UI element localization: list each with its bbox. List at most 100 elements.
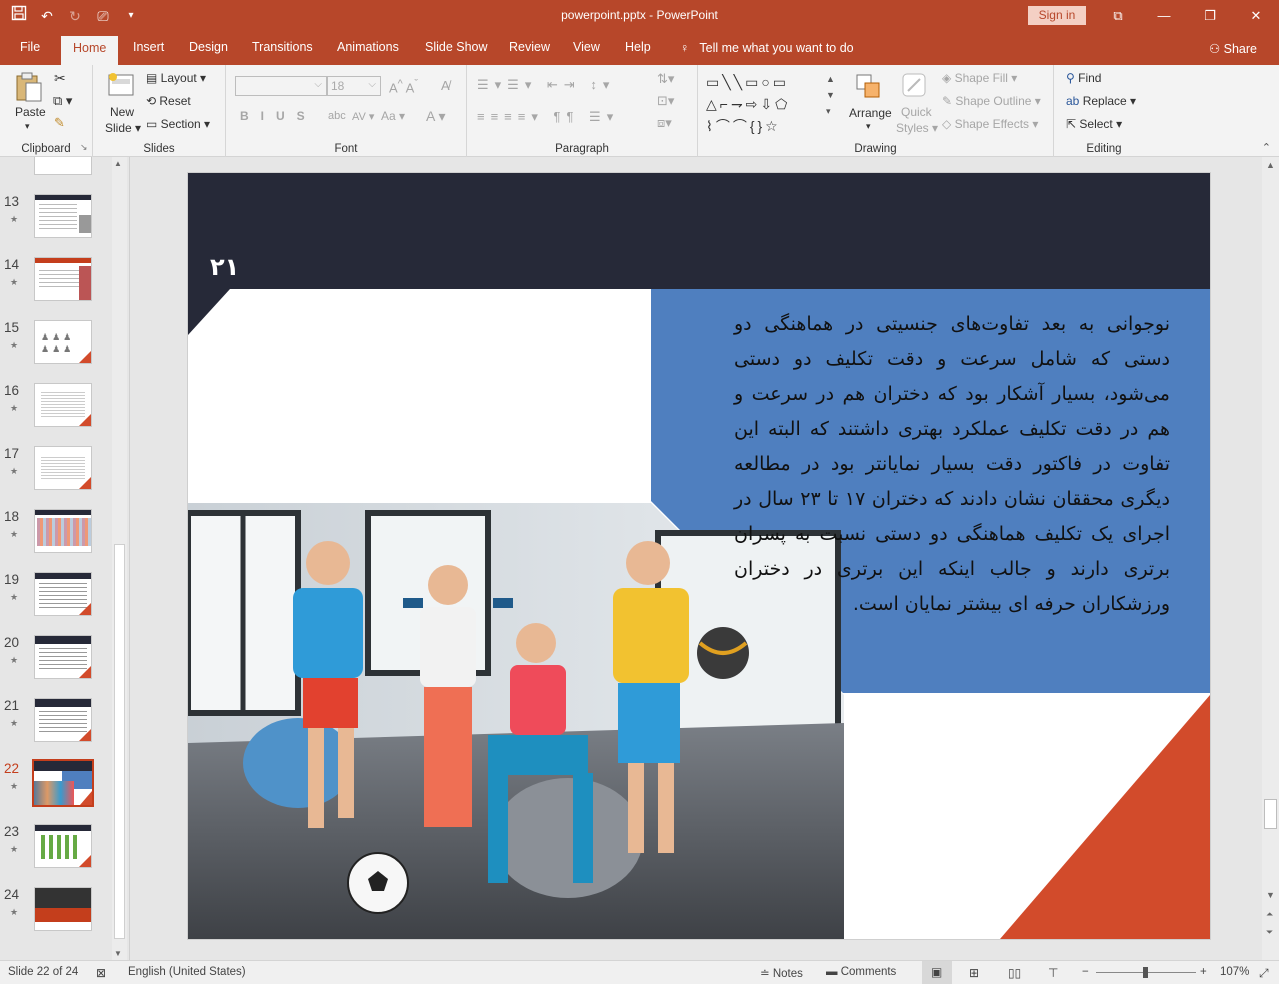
arrange-icon[interactable]	[855, 73, 885, 105]
normal-view-button[interactable]: ▣	[922, 961, 952, 984]
align-text-icon[interactable]: ⊡▾	[657, 93, 674, 109]
previous-slide-icon[interactable]: ⏶	[1266, 909, 1273, 920]
reading-view-icon[interactable]: ▯▯	[1008, 966, 1021, 980]
sign-in-button[interactable]: Sign in	[1028, 6, 1086, 25]
new-slide-label-1[interactable]: New	[110, 105, 134, 119]
slide-thumbnail[interactable]	[34, 446, 92, 490]
character-spacing-icon[interactable]: AV ▾	[352, 110, 374, 123]
slide-sorter-icon[interactable]: ⊞	[969, 966, 979, 980]
replace-button[interactable]: ab Replace ▾	[1066, 94, 1136, 108]
layout-button[interactable]: ▤ Layout ▾	[146, 71, 206, 85]
canvas-scrollbar[interactable]: ▲ ▼ ⏶ ⏷	[1262, 157, 1279, 960]
clear-formatting-icon[interactable]: A̸	[441, 78, 450, 93]
copy-icon[interactable]: ⧉ ▾	[53, 93, 72, 109]
notes-button[interactable]: ≐ Notes	[760, 966, 803, 980]
arrange-dropdown-icon[interactable]: ▾	[866, 121, 871, 132]
restore-icon[interactable]: ❐	[1187, 0, 1233, 32]
ribbon-display-icon[interactable]: ⧉	[1095, 0, 1141, 32]
slide-thumbnail[interactable]	[34, 572, 92, 616]
slide-thumbnail[interactable]	[34, 887, 92, 931]
fit-to-window-icon[interactable]: ⤢	[1259, 966, 1269, 981]
tab-view[interactable]: View	[573, 40, 600, 54]
alignment-buttons[interactable]: ≡≡≡≡▾ ¶¶ ☰▾	[477, 109, 619, 125]
tab-transitions[interactable]: Transitions	[252, 40, 313, 54]
arrange-button[interactable]: Arrange	[849, 106, 892, 120]
slide-thumbnail[interactable]	[34, 257, 92, 301]
cut-icon[interactable]: ✂	[54, 70, 66, 87]
quick-styles-label-1[interactable]: Quick	[901, 105, 932, 119]
slide-thumbnail[interactable]	[34, 509, 92, 553]
slide-thumbnail[interactable]	[34, 194, 92, 238]
paste-button[interactable]: Paste	[15, 105, 46, 119]
shape-effects-button[interactable]: ◇ Shape Effects ▾	[942, 117, 1038, 131]
thumbnail-row-24[interactable]: 24 ★	[0, 887, 112, 947]
next-slide-icon[interactable]: ⏷	[1266, 927, 1273, 938]
scroll-up-icon[interactable]: ▲	[114, 159, 122, 168]
quick-styles-label-2[interactable]: Styles ▾	[896, 121, 938, 135]
smartart-icon[interactable]: ⧈▾	[657, 115, 672, 131]
shapes-scroll-icon[interactable]: ▲ ▼ ▾	[826, 71, 835, 119]
scroll-down-icon[interactable]: ▼	[1266, 890, 1275, 900]
reset-button[interactable]: ⟲ Reset	[146, 94, 191, 108]
thumbnail-row-18[interactable]: 18 ★	[0, 509, 112, 569]
shapes-gallery[interactable]: ▭╲╲▭○▭ △⌐⇁⇨⇩⬠ ⌇⌒⌒{}☆	[706, 71, 790, 137]
thumbnail-row-22[interactable]: 22 ★	[0, 759, 112, 821]
canvas-scroll-thumb[interactable]	[1264, 799, 1277, 829]
font-style-buttons[interactable]: BIUS	[240, 109, 317, 123]
slide[interactable]: ۲۱	[188, 173, 1210, 939]
zoom-out-icon[interactable]: −	[1082, 966, 1089, 978]
slide-thumbnail[interactable]	[34, 635, 92, 679]
comments-button[interactable]: ▬ Comments	[826, 966, 896, 978]
tab-review[interactable]: Review	[509, 40, 550, 54]
thumbnail-partial[interactable]	[34, 157, 92, 175]
tab-file[interactable]: File	[20, 40, 40, 54]
thumbnail-row-17[interactable]: 17 ★	[0, 446, 112, 506]
font-name-input[interactable]: ⌵	[235, 76, 327, 96]
tab-slide-show[interactable]: Slide Show	[425, 40, 488, 54]
font-color-icon[interactable]: A ▾	[426, 108, 445, 125]
slide-thumbnail[interactable]	[34, 383, 92, 427]
text-direction-icon[interactable]: ⇅▾	[657, 71, 674, 87]
thumbnail-row-15[interactable]: 15 ★ ♟♟♟ ♟♟♟	[0, 320, 112, 380]
spell-check-icon[interactable]: ⊠	[96, 966, 106, 980]
tab-home[interactable]: Home	[61, 36, 119, 65]
thumbnail-row-13[interactable]: 13 ★	[0, 194, 112, 254]
share-button[interactable]: ⚇ Share	[1209, 41, 1257, 56]
clipboard-launcher-icon[interactable]: ↘	[80, 142, 88, 153]
tab-animations[interactable]: Animations	[337, 40, 399, 54]
close-icon[interactable]: ✕	[1233, 0, 1279, 32]
font-size-input[interactable]: 18 ⌵	[327, 76, 381, 96]
language-indicator[interactable]: English (United States)	[128, 966, 246, 978]
thumbnail-row-14[interactable]: 14 ★	[0, 257, 112, 317]
zoom-in-icon[interactable]: +	[1200, 966, 1207, 978]
zoom-level[interactable]: 107%	[1220, 966, 1249, 978]
scroll-down-icon[interactable]: ▼	[114, 949, 122, 958]
format-painter-icon[interactable]: ✎	[54, 115, 65, 131]
section-button[interactable]: ▭ Section ▾	[146, 117, 210, 131]
paste-icon[interactable]	[14, 71, 44, 103]
strikethrough-icon[interactable]: abc	[328, 110, 346, 122]
scroll-up-icon[interactable]: ▲	[1266, 160, 1275, 170]
slide-thumbnail[interactable]	[34, 698, 92, 742]
slideshow-icon[interactable]: ⊤	[1048, 966, 1058, 980]
tab-insert[interactable]: Insert	[133, 40, 164, 54]
thumbnail-row-23[interactable]: 23 ★	[0, 824, 112, 884]
slide-thumbnail[interactable]: ♟♟♟ ♟♟♟	[34, 320, 92, 364]
tab-design[interactable]: Design	[189, 40, 228, 54]
new-slide-icon[interactable]	[107, 71, 137, 103]
list-buttons[interactable]: ☰▾☰▾ ⇤⇥ ↕▾	[477, 77, 615, 93]
thumbnail-row-19[interactable]: 19 ★	[0, 572, 112, 632]
slide-thumbnail[interactable]	[34, 824, 92, 868]
change-case-icon[interactable]: Aa ▾	[381, 109, 405, 123]
quick-styles-icon[interactable]	[900, 71, 930, 103]
thumbnail-scroll-thumb[interactable]	[114, 544, 125, 939]
thumbnail-scrollbar[interactable]: ▲ ▼	[112, 157, 127, 960]
tab-help[interactable]: Help	[625, 40, 651, 54]
shape-fill-button[interactable]: ◈ Shape Fill ▾	[942, 71, 1017, 85]
paste-dropdown-icon[interactable]: ▾	[25, 121, 30, 132]
grow-shrink-font-icon[interactable]: A^ Aˇ	[389, 78, 418, 95]
new-slide-label-2[interactable]: Slide ▾	[105, 121, 141, 135]
collapse-ribbon-icon[interactable]: ⌃	[1262, 141, 1271, 154]
thumbnail-row-21[interactable]: 21 ★	[0, 698, 112, 758]
select-button[interactable]: ⇱ Select ▾	[1066, 117, 1122, 131]
